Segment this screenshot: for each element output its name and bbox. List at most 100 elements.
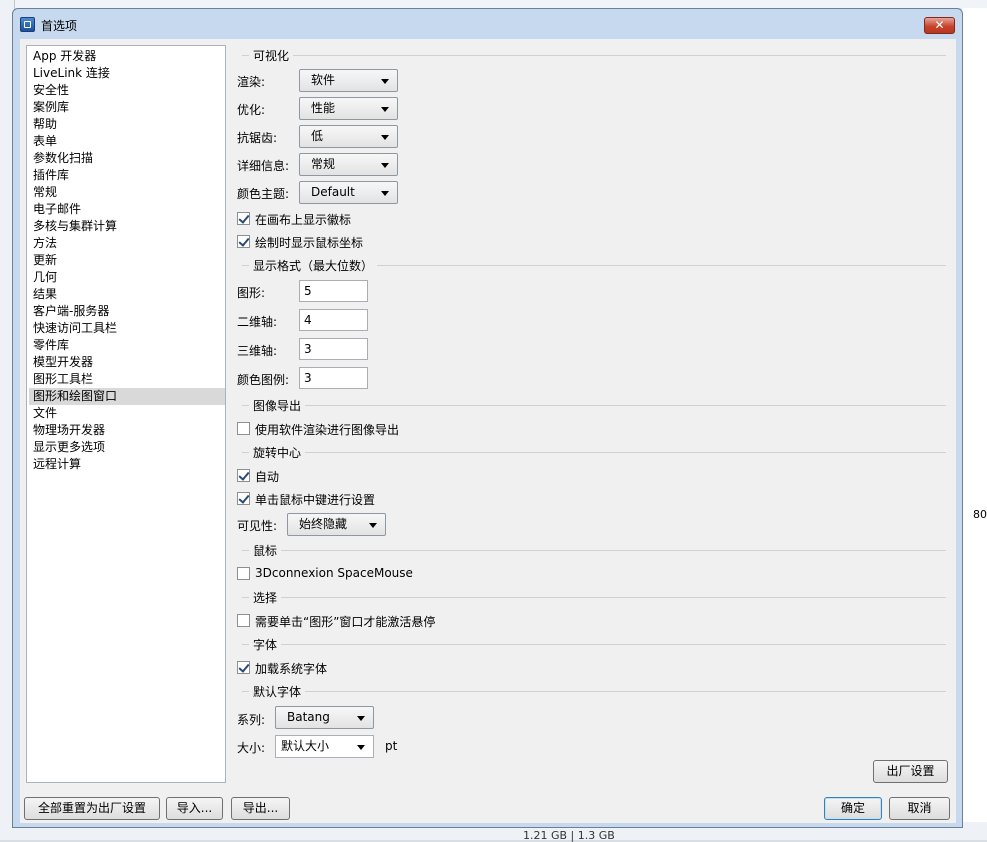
section-divider: [242, 452, 946, 453]
section-selection: 选择: [242, 589, 946, 606]
font-size-value: 默认大小: [281, 739, 330, 753]
category-item-updates[interactable]: 更新: [29, 252, 225, 269]
category-item-physics-builder[interactable]: 物理场开发器: [29, 422, 225, 439]
section-divider: [242, 550, 946, 551]
middle-click-set-label: 单击鼠标中键进行设置: [255, 493, 376, 507]
software-render-export-label: 使用软件渲染进行图像导出: [255, 423, 400, 437]
category-item-security[interactable]: 安全性: [29, 82, 225, 99]
export-button[interactable]: 导出...: [231, 797, 290, 820]
section-image-export: 图像导出: [242, 397, 946, 414]
category-list[interactable]: App 开发器 LiveLink 连接 安全性 案例库 帮助 表单 参数化扫描 …: [26, 45, 226, 783]
section-display-format: 显示格式（最大位数）: [242, 257, 946, 274]
spacemouse-checkbox[interactable]: [237, 567, 250, 580]
category-item-general[interactable]: 常规: [29, 184, 225, 201]
category-item-graphics-toolbar[interactable]: 图形工具栏: [29, 371, 225, 388]
show-axes-checkbox[interactable]: [237, 212, 250, 225]
dialog-title: 首选项: [41, 19, 78, 33]
hover-activation-checkbox[interactable]: [237, 614, 250, 627]
render-value: 软件: [311, 73, 336, 87]
category-item-case-library[interactable]: 案例库: [29, 99, 225, 116]
section-divider: [242, 405, 946, 406]
render-label: 渲染:: [237, 75, 266, 89]
category-item-multicore-cluster[interactable]: 多核与集群计算: [29, 218, 225, 235]
background-side-value: 80: [973, 508, 987, 521]
category-item-files[interactable]: 文件: [29, 405, 225, 422]
chevron-down-icon: [369, 523, 377, 528]
category-item-geometry[interactable]: 几何: [29, 269, 225, 286]
color-legend-digits-label: 颜色图例:: [237, 373, 290, 387]
close-button[interactable]: ✕: [924, 17, 955, 34]
category-item-graphics-plot-windows[interactable]: 图形和绘图窗口: [29, 388, 225, 405]
optimize-combo[interactable]: 性能: [299, 97, 398, 120]
factory-settings-button[interactable]: 出厂设置: [873, 760, 948, 783]
dialog-client-area: App 开发器 LiveLink 连接 安全性 案例库 帮助 表单 参数化扫描 …: [20, 39, 956, 823]
category-item-help[interactable]: 帮助: [29, 116, 225, 133]
color-theme-value: Default: [311, 185, 355, 199]
color-theme-combo[interactable]: Default: [299, 181, 398, 204]
ok-button[interactable]: 确定: [824, 797, 882, 820]
background-app-right-pane: [962, 8, 987, 840]
section-title: 默认字体: [249, 683, 306, 700]
detail-label: 详细信息:: [237, 159, 290, 173]
axis2d-digits-label: 二维轴:: [237, 315, 278, 329]
font-size-unit: pt: [385, 739, 398, 753]
category-item-parametric-sweep[interactable]: 参数化扫描: [29, 150, 225, 167]
category-item-email[interactable]: 电子邮件: [29, 201, 225, 218]
category-item-show-more-options[interactable]: 显示更多选项: [29, 439, 225, 456]
section-divider: [242, 597, 946, 598]
color-theme-label: 颜色主题:: [237, 187, 290, 201]
chevron-down-icon: [381, 107, 389, 112]
chevron-down-icon: [357, 716, 365, 721]
antialias-combo[interactable]: 低: [299, 125, 398, 148]
font-family-combo[interactable]: Batang: [275, 706, 374, 729]
category-item-livelink[interactable]: LiveLink 连接: [29, 65, 225, 82]
graphics-digits-label: 图形:: [237, 286, 266, 300]
section-title: 可视化: [249, 47, 294, 64]
software-render-export-checkbox[interactable]: [237, 422, 250, 435]
rotation-auto-checkbox[interactable]: [237, 469, 250, 482]
category-item-quick-access-toolbar[interactable]: 快速访问工具栏: [29, 320, 225, 337]
category-item-methods[interactable]: 方法: [29, 235, 225, 252]
font-family-label: 系列:: [237, 713, 266, 727]
load-system-fonts-label: 加载系统字体: [255, 662, 328, 676]
section-divider: [242, 691, 946, 692]
axis3d-digits-input[interactable]: 3: [299, 338, 368, 360]
detail-combo[interactable]: 常规: [299, 153, 398, 176]
app-icon: [20, 17, 35, 32]
category-item-remote-computing[interactable]: 远程计算: [29, 456, 225, 473]
category-item-forms[interactable]: 表单: [29, 133, 225, 150]
load-system-fonts-checkbox[interactable]: [237, 661, 250, 674]
import-button[interactable]: 导入...: [166, 797, 223, 820]
cancel-button[interactable]: 取消: [889, 797, 950, 820]
section-visualization: 可视化: [242, 47, 946, 64]
preferences-dialog: 首选项 ✕ App 开发器 LiveLink 连接 安全性 案例库 帮助 表单 …: [12, 8, 963, 828]
render-combo[interactable]: 软件: [299, 69, 398, 92]
visibility-combo[interactable]: 始终隐藏: [287, 513, 386, 536]
font-size-combo[interactable]: 默认大小: [275, 735, 374, 758]
section-divider: [242, 55, 946, 56]
axis3d-digits-label: 三维轴:: [237, 344, 278, 358]
category-item-add-ins[interactable]: 插件库: [29, 167, 225, 184]
hover-activation-label: 需要单击“图形”窗口才能激活悬停: [255, 615, 436, 629]
category-item-results[interactable]: 结果: [29, 286, 225, 303]
color-legend-digits-input[interactable]: 3: [299, 367, 368, 389]
show-mouse-coords-checkbox[interactable]: [237, 235, 250, 248]
middle-click-set-checkbox[interactable]: [237, 492, 250, 505]
reset-all-button[interactable]: 全部重置为出厂设置: [24, 797, 160, 820]
axis2d-digits-input[interactable]: 4: [299, 309, 368, 331]
section-title: 显示格式（最大位数）: [249, 257, 378, 274]
section-divider: [242, 644, 946, 645]
category-item-model-builder[interactable]: 模型开发器: [29, 354, 225, 371]
category-item-client-server[interactable]: 客户端-服务器: [29, 303, 225, 320]
category-item-part-library[interactable]: 零件库: [29, 337, 225, 354]
chevron-down-icon: [381, 163, 389, 168]
chevron-down-icon: [381, 135, 389, 140]
section-default-font: 默认字体: [242, 683, 946, 700]
chevron-down-icon: [381, 79, 389, 84]
antialias-label: 抗锯齿:: [237, 131, 278, 145]
section-title: 鼠标: [249, 542, 282, 559]
dialog-titlebar[interactable]: 首选项 ✕: [13, 9, 962, 41]
graphics-digits-input[interactable]: 5: [299, 280, 368, 302]
close-icon: ✕: [934, 18, 945, 32]
category-item-app-builder[interactable]: App 开发器: [29, 48, 225, 65]
